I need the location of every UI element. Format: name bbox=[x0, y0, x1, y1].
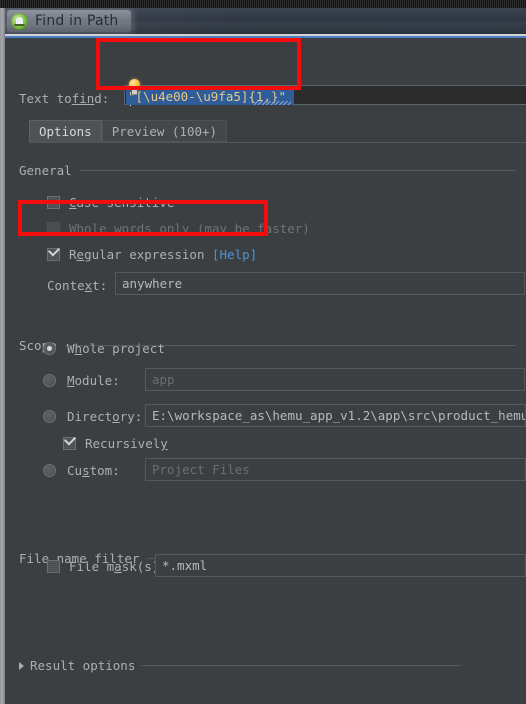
recursively-checkbox[interactable] bbox=[63, 437, 76, 450]
result-options-toggle[interactable]: Result options bbox=[19, 658, 462, 673]
custom-combobox[interactable]: Project Files bbox=[145, 458, 526, 481]
general-group-header: General bbox=[19, 163, 516, 178]
option-regular-expression[interactable]: Regular expression [Help] bbox=[47, 247, 257, 262]
window-title: Find in Path bbox=[35, 13, 119, 29]
text-to-find-label-mnemonic: fin bbox=[71, 91, 95, 106]
tab-options[interactable]: Options bbox=[29, 120, 102, 142]
window-top-strip bbox=[0, 0, 526, 8]
tab-underline bbox=[29, 142, 526, 143]
module-label: Module: bbox=[67, 373, 120, 388]
lightbulb-icon[interactable] bbox=[128, 79, 141, 95]
whole-project-radio[interactable] bbox=[43, 342, 56, 355]
option-recursively[interactable]: Recursively bbox=[63, 436, 168, 451]
text-to-find-label: Text to fin d: bbox=[19, 91, 109, 106]
scope-custom[interactable]: Custom: bbox=[43, 463, 120, 478]
file-mask-checkbox[interactable] bbox=[47, 560, 60, 573]
case-sensitive-checkbox[interactable] bbox=[47, 196, 60, 209]
directory-radio[interactable] bbox=[43, 410, 56, 423]
text-to-find-label-suffix: d: bbox=[94, 91, 110, 106]
file-mask-value: *.mxml bbox=[162, 558, 208, 573]
scope-module[interactable]: Module: bbox=[43, 373, 120, 388]
case-sensitive-label: Case sensitive bbox=[69, 195, 175, 210]
file-mask-combobox[interactable]: *.mxml bbox=[155, 554, 526, 577]
title-chip: Find in Path bbox=[7, 10, 131, 32]
directory-combobox[interactable]: E:\workspace_as\hemu_app_v1.2\app\src\pr… bbox=[145, 404, 526, 427]
result-options-rule bbox=[141, 665, 462, 666]
general-group-rule bbox=[79, 170, 516, 171]
tab-bar: Options Preview (100+) bbox=[29, 120, 228, 142]
text-to-find-wrapper: "[\u4e00-\u9fa5]{1,}" bbox=[118, 79, 526, 107]
regular-expression-checkbox[interactable] bbox=[47, 248, 60, 261]
regex-help-link[interactable]: [Help] bbox=[212, 247, 257, 262]
scope-whole-project[interactable]: Whole project bbox=[43, 341, 165, 356]
result-options-label: Result options bbox=[30, 658, 136, 673]
chevron-right-icon bbox=[19, 661, 24, 670]
whole-words-checkbox bbox=[47, 222, 60, 235]
file-mask-label: File mask(s) bbox=[69, 559, 160, 574]
scope-directory[interactable]: Directory: bbox=[43, 409, 142, 424]
dialog-content: Text to fin d: "[\u4e00-\u9fa5]{1,}" Opti… bbox=[5, 38, 526, 704]
search-input[interactable]: "[\u4e00-\u9fa5]{1,}" bbox=[124, 85, 526, 106]
context-value: anywhere bbox=[122, 276, 183, 291]
find-in-path-window: Find in Path Text to fin d: "[\u4e00-\u9f… bbox=[0, 0, 526, 704]
option-case-sensitive[interactable]: Case sensitive bbox=[47, 195, 174, 210]
directory-value: E:\workspace_as\hemu_app_v1.2\app\src\pr… bbox=[152, 408, 526, 423]
whole-project-label: Whole project bbox=[67, 341, 165, 356]
module-combobox[interactable]: app bbox=[145, 368, 525, 391]
tab-preview[interactable]: Preview (100+) bbox=[101, 120, 228, 142]
regular-expression-label: Regular expression bbox=[69, 247, 212, 262]
text-to-find-label-prefix: Text to bbox=[19, 91, 72, 106]
module-value: app bbox=[152, 372, 175, 387]
option-file-mask[interactable]: File mask(s) bbox=[47, 559, 159, 574]
recursively-label: Recursively bbox=[85, 436, 168, 451]
directory-label: Directory: bbox=[67, 409, 143, 424]
context-combobox[interactable]: anywhere bbox=[115, 272, 525, 295]
custom-radio[interactable] bbox=[43, 464, 56, 477]
custom-label: Custom: bbox=[67, 463, 120, 478]
title-bar: Find in Path bbox=[5, 8, 526, 34]
android-studio-icon bbox=[11, 12, 28, 30]
inspection-squiggle bbox=[253, 101, 291, 105]
whole-words-label: Whole words only (may be faster) bbox=[69, 221, 310, 236]
custom-value: Project Files bbox=[152, 462, 250, 477]
lightbulb-base bbox=[132, 89, 137, 95]
context-label: Conte x t: bbox=[47, 278, 108, 293]
option-whole-words: Whole words only (may be faster) bbox=[47, 221, 310, 236]
module-radio[interactable] bbox=[43, 374, 56, 387]
general-group-title: General bbox=[19, 163, 72, 178]
